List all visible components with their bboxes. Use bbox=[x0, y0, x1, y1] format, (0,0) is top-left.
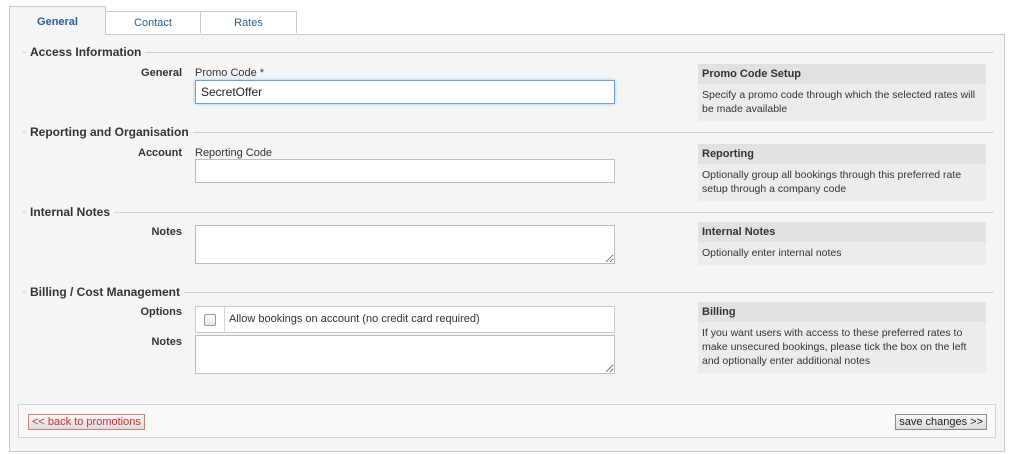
billing-notes-textarea[interactable] bbox=[195, 335, 615, 374]
help-title-billing: Billing bbox=[698, 302, 986, 322]
row-label-billing-notes: Notes bbox=[151, 336, 182, 348]
section-title-internal-notes: Internal Notes bbox=[26, 205, 115, 219]
help-text-reporting: Optionally group all bookings through th… bbox=[702, 169, 962, 195]
help-box-billing: Billing If you want users with access to… bbox=[698, 302, 986, 373]
tab-general[interactable]: General bbox=[9, 6, 106, 35]
reporting-code-input[interactable] bbox=[195, 159, 615, 183]
help-title-promo: Promo Code Setup bbox=[698, 64, 986, 84]
row-label-notes: Notes bbox=[151, 226, 182, 238]
help-box-promo: Promo Code Setup Specify a promo code th… bbox=[698, 64, 986, 121]
section-divider bbox=[22, 212, 994, 213]
checkbox-separator bbox=[224, 307, 225, 332]
promo-code-input[interactable] bbox=[195, 80, 615, 104]
save-changes-button[interactable]: save changes >> bbox=[895, 414, 987, 430]
help-text-billing: If you want users with access to these p… bbox=[702, 327, 967, 367]
form-footer: << back to promotions save changes >> bbox=[18, 404, 996, 438]
section-divider bbox=[22, 52, 994, 53]
tab-contact[interactable]: Contact bbox=[105, 11, 201, 33]
section-title-access: Access Information bbox=[26, 45, 146, 59]
promo-code-label: Promo Code * bbox=[195, 67, 265, 79]
row-label-account: Account bbox=[138, 147, 182, 159]
help-text-internal-notes: Optionally enter internal notes bbox=[702, 247, 842, 259]
account-booking-option: Allow bookings on account (no credit car… bbox=[195, 306, 615, 333]
help-box-internal-notes: Internal Notes Optionally enter internal… bbox=[698, 222, 986, 265]
allow-account-bookings-label[interactable]: Allow bookings on account (no credit car… bbox=[229, 313, 480, 325]
back-to-promotions-button[interactable]: << back to promotions bbox=[28, 414, 145, 430]
row-label-options: Options bbox=[140, 306, 182, 318]
help-title-reporting: Reporting bbox=[698, 144, 986, 164]
row-label-general: General bbox=[141, 67, 182, 79]
internal-notes-textarea[interactable] bbox=[195, 225, 615, 264]
section-title-reporting: Reporting and Organisation bbox=[26, 125, 193, 139]
general-panel: Access Information General Promo Code * … bbox=[9, 34, 1005, 452]
help-text-promo: Specify a promo code through which the s… bbox=[702, 89, 976, 115]
reporting-code-label: Reporting Code bbox=[195, 147, 273, 159]
section-title-billing: Billing / Cost Management bbox=[26, 285, 185, 299]
allow-account-bookings-checkbox[interactable] bbox=[204, 314, 216, 326]
tab-rates[interactable]: Rates bbox=[200, 11, 297, 33]
help-title-internal-notes: Internal Notes bbox=[698, 222, 986, 242]
help-box-reporting: Reporting Optionally group all bookings … bbox=[698, 144, 986, 201]
